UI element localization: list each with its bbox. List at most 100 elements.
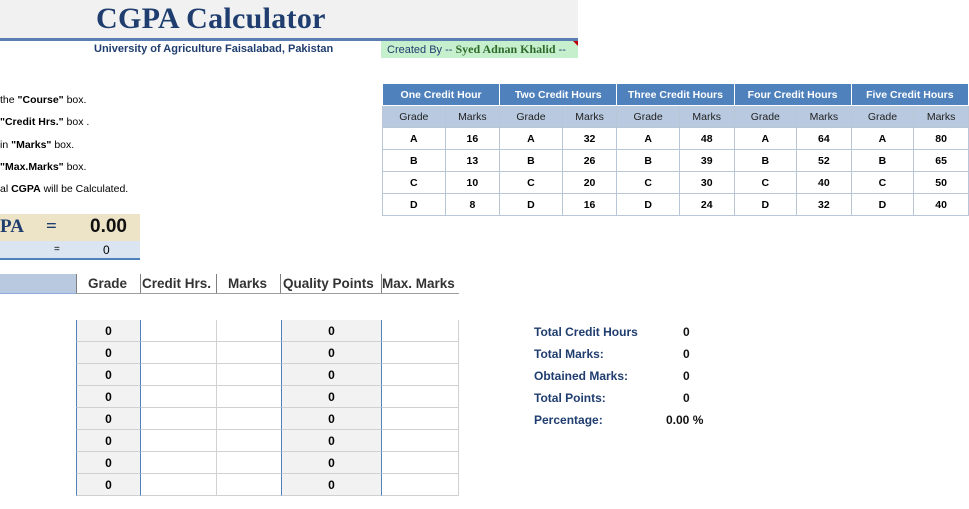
reference-grade: A: [616, 127, 680, 150]
reference-marks: 32: [796, 193, 852, 216]
total-marks-label: Total Marks:: [534, 347, 604, 361]
instruction-post: box.: [51, 139, 75, 151]
max-marks-cell[interactable]: [382, 408, 459, 430]
total-marks-value: 0: [683, 347, 690, 361]
reference-row: A 16 A 32 A 48 A 64 A 80: [382, 127, 969, 150]
marks-cell[interactable]: [217, 364, 281, 386]
page-title: CGPA Calculator: [96, 2, 326, 35]
reference-grade: B: [499, 149, 563, 172]
marks-cell[interactable]: [217, 342, 281, 364]
obtained-marks-label: Obtained Marks:: [534, 369, 629, 383]
reference-marks: 64: [796, 127, 852, 150]
column-divider: [140, 274, 141, 294]
max-marks-cell[interactable]: [382, 320, 459, 342]
max-marks-cell[interactable]: [382, 386, 459, 408]
marks-cell[interactable]: [217, 452, 281, 474]
reference-group-header: Three Credit Hours: [616, 83, 735, 106]
reference-subheader-marks: Marks: [913, 105, 969, 128]
instruction-post: box.: [63, 94, 87, 106]
reference-grade: C: [499, 171, 563, 194]
reference-group-header: Five Credit Hours: [850, 83, 969, 106]
marks-cell[interactable]: [217, 474, 281, 496]
cgpa-secondary-equals: =: [54, 244, 60, 255]
instruction-bold: "Max.Marks": [0, 161, 64, 173]
reference-grade: D: [850, 193, 915, 216]
quality-points-cell[interactable]: 0: [281, 430, 382, 452]
marks-cell[interactable]: [217, 320, 281, 342]
quality-points-cell[interactable]: 0: [281, 386, 382, 408]
total-credit-hours-label: Total Credit Hours: [534, 325, 638, 339]
quality-points-cell[interactable]: 0: [281, 364, 382, 386]
reference-marks: 50: [913, 171, 969, 194]
reference-marks: 48: [678, 127, 735, 150]
column-header-quality-points: Quality Points: [283, 276, 374, 291]
credit-hrs-cell[interactable]: [141, 320, 217, 342]
reference-row: C 10 C 20 C 30 C 40 C 50: [382, 171, 969, 194]
total-credit-hours-value: 0: [683, 325, 690, 339]
course-row: 0 0: [0, 430, 460, 452]
max-marks-cell[interactable]: [382, 452, 459, 474]
grade-cell[interactable]: 0: [76, 342, 141, 364]
instruction-pre: the: [0, 94, 18, 106]
quality-points-cell[interactable]: 0: [281, 408, 382, 430]
max-marks-cell[interactable]: [382, 364, 459, 386]
max-marks-cell[interactable]: [382, 474, 459, 496]
reference-group-header: One Credit Hour: [381, 83, 501, 106]
credit-hrs-cell[interactable]: [141, 364, 217, 386]
reference-grade: D: [616, 193, 680, 216]
reference-grade: A: [733, 127, 798, 150]
credit-hrs-cell[interactable]: [141, 452, 217, 474]
course-row: 0 0: [0, 386, 460, 408]
max-marks-cell[interactable]: [382, 342, 459, 364]
grade-cell[interactable]: 0: [76, 430, 141, 452]
reference-marks: 39: [678, 149, 735, 172]
quality-points-cell[interactable]: 0: [281, 320, 382, 342]
course-row: 0 0: [0, 452, 460, 474]
quality-points-cell[interactable]: 0: [281, 452, 382, 474]
column-divider: [216, 274, 217, 294]
instruction-bold: CGPA: [11, 183, 41, 195]
quality-points-cell[interactable]: 0: [281, 342, 382, 364]
comment-indicator[interactable]: [573, 41, 578, 46]
marks-cell[interactable]: [217, 386, 281, 408]
credit-hrs-cell[interactable]: [141, 386, 217, 408]
percentage-label: Percentage:: [534, 413, 603, 427]
reference-grade: C: [733, 171, 798, 194]
reference-marks: 20: [561, 171, 618, 194]
reference-grade: C: [382, 171, 446, 194]
grade-cell[interactable]: 0: [76, 452, 141, 474]
grade-cell[interactable]: 0: [76, 364, 141, 386]
reference-marks: 32: [561, 127, 618, 150]
instruction-bold: "Marks": [11, 139, 52, 151]
credit-hrs-cell[interactable]: [141, 408, 217, 430]
reference-marks: 40: [913, 193, 969, 216]
quality-points-cell[interactable]: 0: [281, 474, 382, 496]
credit-hrs-cell[interactable]: [141, 342, 217, 364]
max-marks-cell[interactable]: [382, 430, 459, 452]
creator-prefix: Created By --: [387, 44, 456, 56]
reference-marks: 8: [444, 193, 501, 216]
marks-cell[interactable]: [217, 408, 281, 430]
reference-subheader-grade: Grade: [850, 105, 915, 128]
instruction-line: "Max.Marks" box.: [0, 161, 86, 173]
instruction-pre: al: [0, 183, 12, 195]
credit-hrs-cell[interactable]: [141, 474, 217, 496]
credit-hrs-cell[interactable]: [141, 430, 217, 452]
reference-grade: C: [850, 171, 915, 194]
reference-group-header-row: One Credit Hour Two Credit Hours Three C…: [381, 83, 969, 106]
reference-marks: 65: [913, 149, 969, 172]
reference-subheader-grade: Grade: [616, 105, 680, 128]
marks-cell[interactable]: [217, 430, 281, 452]
grade-cell[interactable]: 0: [76, 320, 141, 342]
instruction-line: al CGPA will be Calculated.: [0, 183, 128, 195]
grade-cell[interactable]: 0: [76, 474, 141, 496]
reference-marks: 80: [913, 127, 969, 150]
reference-grade: B: [616, 149, 680, 172]
instruction-line: in "Marks" box.: [0, 139, 74, 151]
grade-cell[interactable]: 0: [76, 386, 141, 408]
instruction-line: "Credit Hrs." box .: [0, 116, 89, 128]
column-header-grade: Grade: [88, 276, 128, 291]
grade-cell[interactable]: 0: [76, 408, 141, 430]
reference-marks: 16: [561, 193, 618, 216]
reference-marks: 13: [444, 149, 501, 172]
